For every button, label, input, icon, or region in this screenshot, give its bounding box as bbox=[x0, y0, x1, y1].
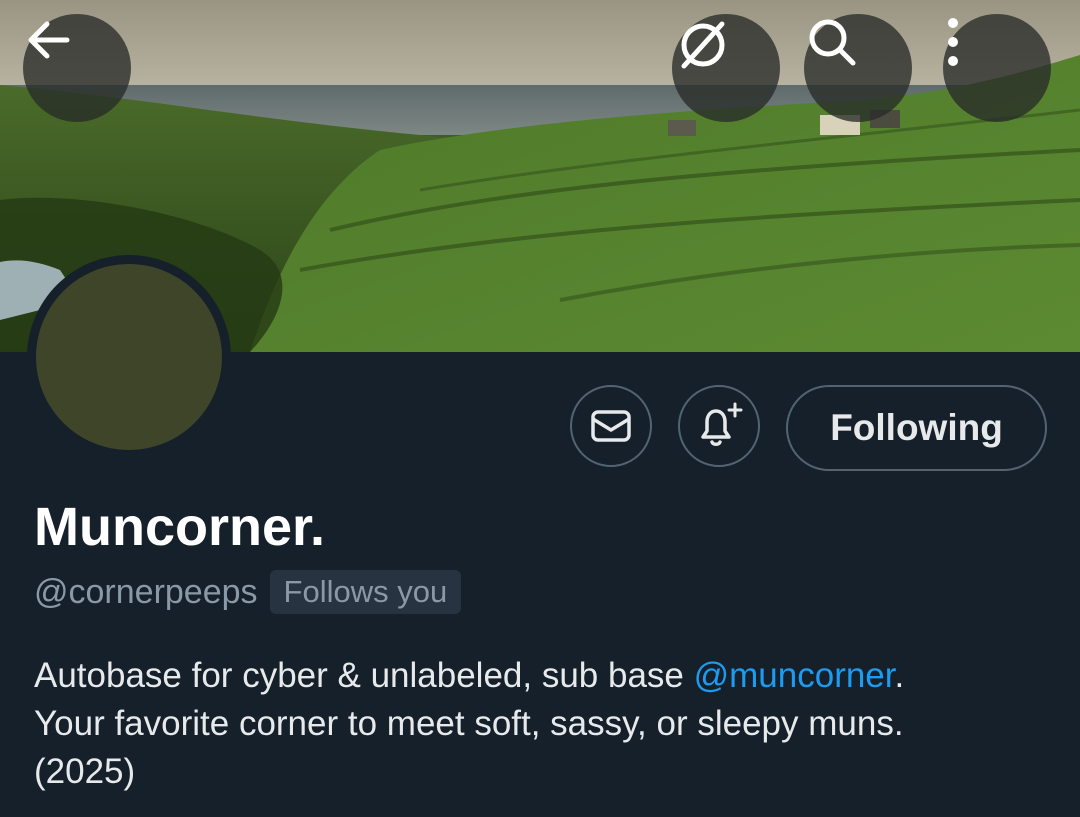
envelope-icon bbox=[591, 410, 631, 442]
arrow-left-icon bbox=[28, 21, 70, 59]
handle: @cornerpeeps bbox=[34, 572, 258, 611]
notify-button[interactable] bbox=[678, 385, 760, 467]
following-button[interactable]: Following bbox=[786, 385, 1047, 471]
handle-row: @cornerpeeps Follows you bbox=[34, 570, 462, 614]
back-button[interactable] bbox=[23, 14, 131, 122]
bio-text: Autobase for cyber & unlabeled, sub base bbox=[34, 656, 694, 695]
more-vertical-icon bbox=[948, 18, 958, 66]
bio: Autobase for cyber & unlabeled, sub base… bbox=[34, 652, 1054, 796]
message-button[interactable] bbox=[570, 385, 652, 467]
search-icon bbox=[809, 19, 856, 66]
more-button[interactable] bbox=[943, 14, 1051, 122]
bell-plus-icon bbox=[701, 402, 743, 446]
follows-you-badge: Follows you bbox=[269, 570, 462, 614]
display-name: Muncorner. bbox=[34, 497, 326, 557]
search-button[interactable] bbox=[804, 14, 912, 122]
avatar-image bbox=[36, 264, 222, 450]
grok-button[interactable] bbox=[672, 14, 780, 122]
bio-mention-link[interactable]: @muncorner bbox=[694, 656, 895, 695]
grok-slash-icon bbox=[681, 21, 725, 69]
avatar[interactable] bbox=[27, 255, 231, 459]
